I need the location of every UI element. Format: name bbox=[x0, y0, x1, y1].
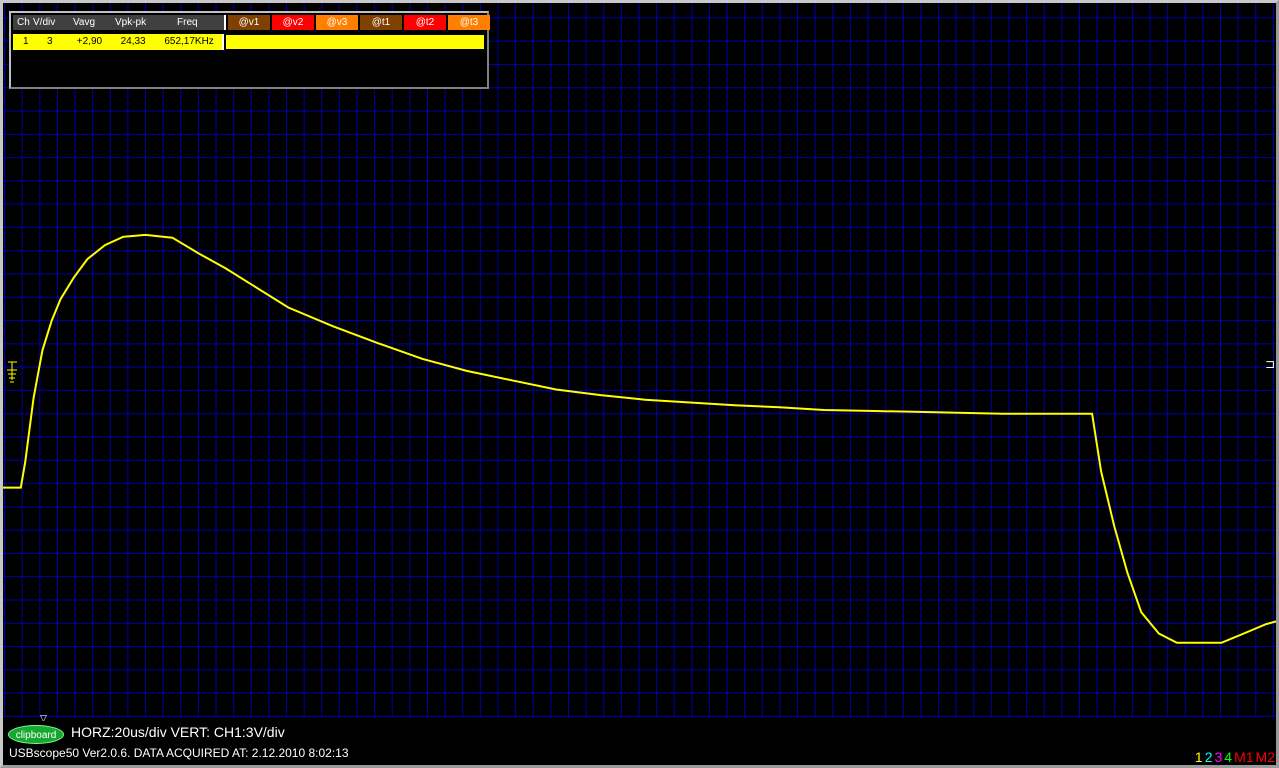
cursor-v1-button[interactable]: @v1 bbox=[228, 15, 270, 30]
col-freq: Freq bbox=[177, 15, 222, 30]
channel-4-button[interactable]: 4 bbox=[1223, 749, 1233, 765]
cursor-v2-button[interactable]: @v2 bbox=[272, 15, 314, 30]
channel-2-button[interactable]: 2 bbox=[1204, 749, 1214, 765]
cursor-v3-button[interactable]: @v3 bbox=[316, 15, 358, 30]
channel-1-button[interactable]: 1 bbox=[1194, 749, 1204, 765]
value-ch: 1 bbox=[23, 36, 29, 47]
status-bar: clipboard HORZ:20us/div VERT: CH1:3V/div… bbox=[3, 721, 1276, 765]
channel-selector: 1 2 3 4 M1 M2 bbox=[1194, 749, 1276, 765]
cursor-t1-button[interactable]: @t1 bbox=[360, 15, 402, 30]
value-freq: 652,17KHz bbox=[164, 36, 214, 47]
math-2-button[interactable]: M2 bbox=[1255, 749, 1276, 765]
channel-3-button[interactable]: 3 bbox=[1214, 749, 1224, 765]
value-vpkpk: 24,33 bbox=[120, 36, 146, 47]
version-acquired-readout: USBscope50 Ver2.0.6. DATA ACQUIRED AT: 2… bbox=[9, 746, 349, 760]
col-vdiv: V/div bbox=[33, 15, 73, 30]
cursor-t2-button[interactable]: @t2 bbox=[404, 15, 446, 30]
col-vavg: Vavg bbox=[73, 15, 115, 30]
measurement-row-ch1[interactable]: 1 3 +2,90 24,33 652,17KHz bbox=[13, 34, 485, 50]
screen-background bbox=[3, 3, 1276, 765]
measurement-header: Ch V/div Vavg Vpk-pk Freq @v1 @v2 @v3 @t… bbox=[13, 15, 490, 30]
measurement-panel: Ch V/div Vavg Vpk-pk Freq @v1 @v2 @v3 @t… bbox=[9, 11, 490, 89]
measurement-values: 1 3 +2,90 24,33 652,17KHz bbox=[13, 34, 224, 50]
trigger-level-marker-icon[interactable]: ⊐ bbox=[1265, 357, 1275, 371]
scope-screen[interactable] bbox=[3, 3, 1276, 765]
clipboard-button[interactable]: clipboard bbox=[8, 725, 64, 744]
math-1-button[interactable]: M1 bbox=[1233, 749, 1254, 765]
oscilloscope-window: ▽ ⊐ Ch V/div Vavg Vpk-pk Freq @v1 @v2 @v… bbox=[0, 0, 1279, 768]
value-vdiv: 3 bbox=[46, 36, 53, 47]
col-vpkpk: Vpk-pk bbox=[115, 15, 177, 30]
col-ch: Ch bbox=[13, 15, 33, 30]
value-vavg: +2,90 bbox=[76, 36, 103, 47]
cursor-t3-button[interactable]: @t3 bbox=[448, 15, 490, 30]
measurement-header-columns: Ch V/div Vavg Vpk-pk Freq bbox=[13, 15, 226, 30]
timebase-readout: HORZ:20us/div VERT: CH1:3V/div bbox=[71, 724, 285, 740]
cursor-values bbox=[225, 34, 485, 50]
